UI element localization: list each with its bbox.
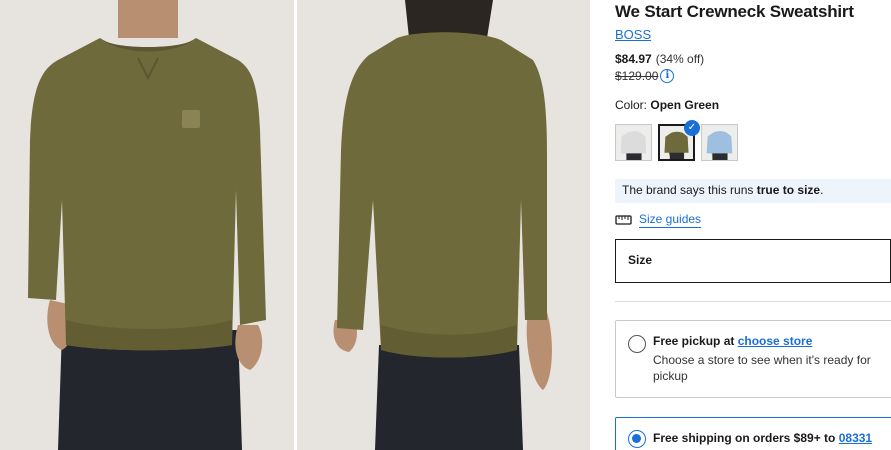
product-image-front[interactable]: [0, 0, 294, 450]
pickup-radio[interactable]: [628, 335, 646, 353]
pickup-title-text: Free pickup at: [653, 334, 735, 348]
fit-suffix: .: [820, 183, 824, 197]
pickup-text: Free pickup at choose store Choose a sto…: [653, 333, 891, 384]
shipping-radio[interactable]: [628, 430, 646, 448]
size-guides-link[interactable]: Size guides: [639, 212, 702, 228]
brand-link[interactable]: BOSS: [615, 27, 651, 42]
pickup-subtitle: Choose a store to see when it's ready fo…: [653, 353, 871, 383]
price-row: $84.97 (34% off): [615, 52, 704, 66]
selected-check-icon: ✓: [684, 120, 700, 136]
choose-store-link[interactable]: choose store: [738, 334, 813, 348]
product-info-panel: We Start Crewneck Sweatshirt BOSS $84.97…: [615, 0, 891, 450]
divider: [615, 301, 891, 302]
discount-text: (34% off): [655, 52, 705, 66]
size-select[interactable]: Size: [615, 239, 891, 283]
zip-code-link[interactable]: 08331: [839, 431, 872, 445]
fit-text: The brand says this runs: [622, 183, 754, 197]
pickup-title: Free pickup at choose store: [653, 333, 891, 349]
shipping-option[interactable]: Free shipping on orders $89+ to 08331: [615, 417, 891, 450]
color-label-text: Color:: [615, 98, 648, 112]
shipping-title: Free shipping on orders $89+ to 08331: [653, 430, 891, 446]
ruler-icon: [615, 215, 632, 225]
shipping-title-text: Free shipping on orders $89+ to: [653, 431, 836, 445]
swatch-light-grey[interactable]: [615, 124, 652, 161]
fit-info-bar: The brand says this runs true to size.: [615, 179, 891, 203]
shipping-text: Free shipping on orders $89+ to 08331: [653, 430, 891, 446]
size-guides[interactable]: Size guides: [615, 212, 702, 228]
original-price: $129.00: [615, 69, 659, 83]
pickup-option[interactable]: Free pickup at choose store Choose a sto…: [615, 320, 891, 398]
fit-emphasis: true to size: [756, 183, 821, 197]
color-label: Color: Open Green: [615, 98, 719, 112]
original-price-row: $129.00 i: [615, 69, 675, 83]
color-swatches: [615, 124, 738, 161]
product-image-back[interactable]: [297, 0, 590, 450]
swatch-light-blue[interactable]: [701, 124, 738, 161]
color-value: Open Green: [650, 98, 720, 112]
sale-price: $84.97: [615, 52, 652, 66]
info-icon[interactable]: i: [660, 69, 675, 83]
product-title: We Start Crewneck Sweatshirt: [615, 2, 854, 21]
